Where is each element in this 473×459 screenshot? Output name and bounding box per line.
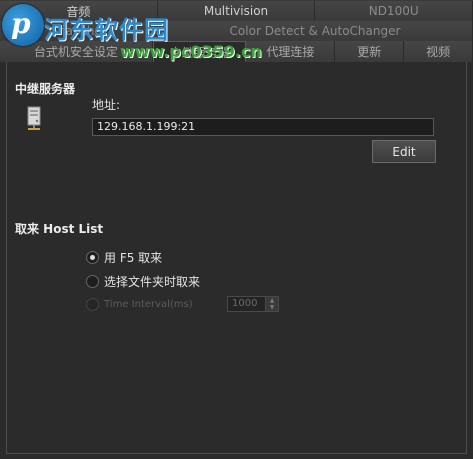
spin-down-icon[interactable]: ▼ xyxy=(265,304,278,311)
interval-value: 1000 xyxy=(232,298,258,309)
tab-video[interactable]: 视频 xyxy=(404,41,473,62)
radio-fetch-f5-label: 用 F5 取来 xyxy=(104,251,163,265)
spin-up-icon[interactable]: ▲ xyxy=(265,297,278,304)
host-list-section-title: 取来 Host List xyxy=(15,222,104,236)
tab-strip: 音频 Multivision ND100U Snapshot Color Det… xyxy=(0,0,473,62)
interval-spinner[interactable]: 1000 ▲ ▼ xyxy=(227,296,279,312)
address-field[interactable]: 129.168.1.199:21 xyxy=(92,118,434,136)
tab-update[interactable]: 更新 xyxy=(335,41,405,62)
relay-section-title: 中继服务器 xyxy=(15,82,76,96)
radio-button-checked[interactable] xyxy=(86,251,99,264)
tab-color-detect[interactable]: Color Detect & AutoChanger xyxy=(158,21,473,41)
radio-fetch-f5[interactable]: 用 F5 取来 xyxy=(86,249,162,266)
radio-fetch-folder[interactable]: 选择文件夹时取来 xyxy=(86,273,200,290)
relay-server-panel: 中继服务器 地址: 129.168.1.199:21 Edit 取来 Host … xyxy=(6,62,467,454)
radio-button-disabled[interactable] xyxy=(86,298,99,311)
watermark-logo-icon: p xyxy=(2,4,44,46)
radio-button[interactable] xyxy=(86,275,99,288)
server-icon xyxy=(27,106,41,130)
watermark-url: www.pc0359.cn xyxy=(120,42,262,61)
address-label: 地址: xyxy=(92,98,121,112)
tab-nd100u[interactable]: ND100U xyxy=(315,1,473,21)
radio-time-interval-label: Time Interval(ms) xyxy=(104,299,193,310)
watermark-text: 河东软件园 xyxy=(44,16,169,44)
radio-fetch-folder-label: 选择文件夹时取来 xyxy=(104,275,201,289)
tab-multivision[interactable]: Multivision xyxy=(157,1,316,21)
edit-button[interactable]: Edit xyxy=(372,140,436,163)
radio-time-interval[interactable]: Time Interval(ms) xyxy=(86,298,193,311)
